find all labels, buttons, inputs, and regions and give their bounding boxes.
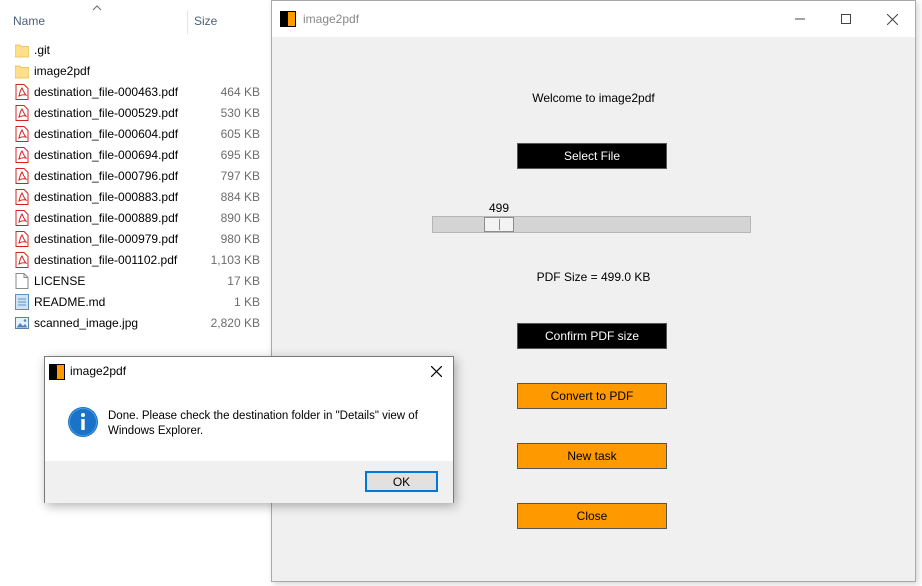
file-size: 2,820 KB: [210, 316, 260, 330]
file-name: LICENSE: [34, 274, 86, 288]
new-task-button[interactable]: New task: [517, 443, 667, 469]
close-icon: [430, 365, 442, 377]
file-name: destination_file-000604.pdf: [34, 127, 179, 141]
close-window-button[interactable]: [869, 1, 915, 37]
minimize-icon: [795, 18, 805, 20]
file-size: 1 KB: [233, 295, 260, 309]
pdf-size-slider[interactable]: [432, 216, 751, 233]
file-name: destination_file-000694.pdf: [34, 148, 179, 162]
file-name: destination_file-000463.pdf: [34, 85, 179, 99]
file-row[interactable]: destination_file-000694.pdf 695 KB: [0, 145, 272, 166]
slider-thumb[interactable]: [484, 217, 514, 232]
dialog-titlebar[interactable]: image2pdf: [45, 357, 453, 385]
file-row[interactable]: image2pdf: [0, 61, 272, 82]
window-title: image2pdf: [303, 12, 360, 26]
minimize-button[interactable]: [777, 1, 823, 37]
message-dialog: image2pdf Done. Please check the destina…: [44, 356, 454, 503]
file-name: destination_file-000979.pdf: [34, 232, 179, 246]
file-size: 695 KB: [220, 148, 260, 162]
select-file-button[interactable]: Select File: [517, 143, 667, 169]
pdf-icon: [15, 168, 29, 184]
column-size-header[interactable]: Size: [194, 14, 217, 28]
file-row[interactable]: destination_file-000529.pdf 530 KB: [0, 103, 272, 124]
pdf-size-label: PDF Size = 499.0 KB: [536, 270, 651, 284]
info-icon: [68, 407, 98, 437]
close-button[interactable]: Close: [517, 503, 667, 529]
ok-button[interactable]: OK: [365, 471, 438, 492]
app-logo-icon: [49, 364, 65, 380]
file-name: destination_file-001102.pdf: [34, 253, 178, 267]
file-size: 980 KB: [220, 232, 260, 246]
dialog-message: Done. Please check the destination folde…: [108, 410, 418, 437]
dialog-footer: OK: [45, 461, 453, 503]
file-size: 605 KB: [220, 127, 260, 141]
file-name: destination_file-000883.pdf: [34, 190, 179, 204]
pdf-icon: [15, 105, 29, 121]
pdf-icon: [15, 84, 29, 100]
file-size: 797 KB: [220, 169, 260, 183]
file-size: 464 KB: [220, 85, 260, 99]
close-icon: [886, 13, 898, 25]
column-header: Name Size: [0, 0, 272, 38]
pdf-icon: [15, 189, 29, 205]
file-name: scanned_image.jpg: [34, 316, 139, 330]
file-size: 530 KB: [220, 106, 260, 120]
file-list: .git image2pdf destination_file-000463.pdf…: [0, 40, 272, 334]
file-name: README.md: [34, 295, 106, 309]
app-logo-icon: [280, 11, 296, 27]
pdf-icon: [15, 126, 29, 142]
slider-value-label: 499: [489, 201, 510, 215]
window-titlebar[interactable]: image2pdf: [272, 1, 915, 37]
maximize-icon: [841, 14, 851, 24]
file-row[interactable]: scanned_image.jpg 2,820 KB: [0, 313, 272, 334]
dialog-close-button[interactable]: [423, 359, 449, 383]
file-name: .git: [34, 43, 51, 57]
file-row[interactable]: destination_file-000979.pdf 980 KB: [0, 229, 272, 250]
file-row[interactable]: destination_file-001102.pdf 1,103 KB: [0, 250, 272, 271]
file-size: 1,103 KB: [210, 253, 260, 267]
image-icon: [15, 315, 29, 331]
file-size: 890 KB: [220, 211, 260, 225]
file-name: image2pdf: [34, 64, 91, 78]
pdf-icon: [15, 147, 29, 163]
document-icon: [15, 273, 29, 289]
file-row[interactable]: destination_file-000889.pdf 890 KB: [0, 208, 272, 229]
file-row[interactable]: README.md 1 KB: [0, 292, 272, 313]
folder-icon: [14, 42, 30, 58]
file-row[interactable]: destination_file-000463.pdf 464 KB: [0, 82, 272, 103]
folder-icon: [14, 63, 30, 79]
maximize-button[interactable]: [823, 1, 869, 37]
convert-to-pdf-button[interactable]: Convert to PDF: [517, 383, 667, 409]
confirm-pdf-size-button[interactable]: Confirm PDF size: [517, 323, 667, 349]
file-row[interactable]: destination_file-000796.pdf 797 KB: [0, 166, 272, 187]
file-row[interactable]: destination_file-000604.pdf 605 KB: [0, 124, 272, 145]
column-divider[interactable]: [187, 10, 188, 34]
pdf-icon: [15, 210, 29, 226]
file-row[interactable]: destination_file-000883.pdf 884 KB: [0, 187, 272, 208]
file-size: 884 KB: [220, 190, 260, 204]
dialog-title: image2pdf: [70, 364, 127, 378]
file-name: destination_file-000529.pdf: [34, 106, 179, 120]
file-row[interactable]: .git: [0, 40, 272, 61]
file-size: 17 KB: [227, 274, 260, 288]
pdf-icon: [15, 231, 29, 247]
file-row[interactable]: LICENSE 17 KB: [0, 271, 272, 292]
file-name: destination_file-000889.pdf: [34, 211, 179, 225]
column-name-header[interactable]: Name: [13, 14, 45, 28]
welcome-label: Welcome to image2pdf: [532, 91, 655, 105]
file-name: destination_file-000796.pdf: [34, 169, 179, 183]
pdf-icon: [15, 252, 29, 268]
markdown-icon: [15, 294, 29, 310]
sort-ascending-icon: [92, 5, 102, 11]
